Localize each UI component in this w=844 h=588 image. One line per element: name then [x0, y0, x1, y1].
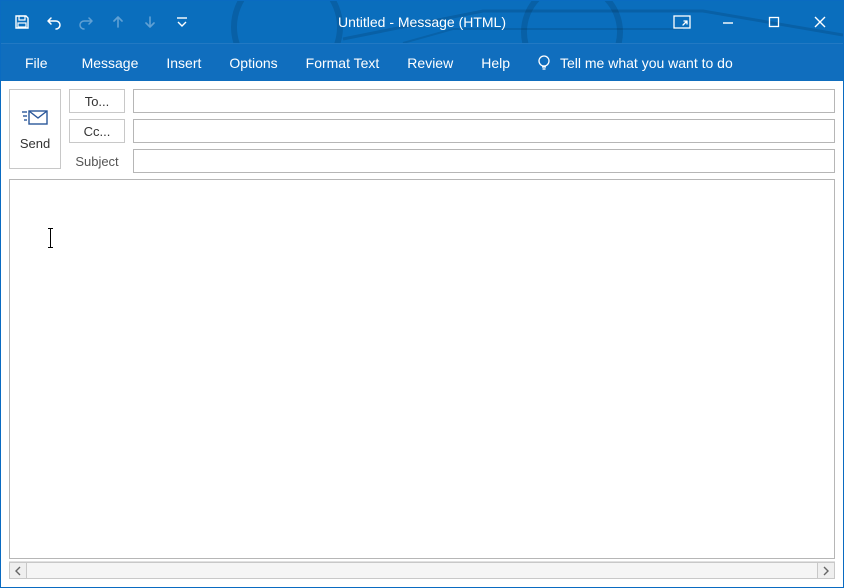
- message-body-editor[interactable]: [9, 179, 835, 559]
- customize-qat-icon[interactable]: [167, 7, 197, 37]
- cc-input[interactable]: [133, 119, 835, 143]
- close-button[interactable]: [797, 1, 843, 43]
- tab-file[interactable]: File: [5, 44, 68, 81]
- ribbon-display-options-icon[interactable]: [659, 1, 705, 43]
- ribbon-tabs: File Message Insert Options Format Text …: [1, 43, 843, 81]
- subject-input[interactable]: [133, 149, 835, 173]
- compose-header: Send To... Cc... Subject: [1, 81, 843, 179]
- tab-help[interactable]: Help: [467, 44, 524, 81]
- fields-column: To... Cc... Subject: [69, 89, 835, 173]
- previous-item-icon: [103, 7, 133, 37]
- titlebar: Untitled - Message (HTML): [1, 1, 843, 43]
- undo-icon[interactable]: [39, 7, 69, 37]
- next-item-icon: [135, 7, 165, 37]
- send-button[interactable]: Send: [9, 89, 61, 169]
- tab-message[interactable]: Message: [68, 44, 153, 81]
- tab-format-text[interactable]: Format Text: [292, 44, 394, 81]
- send-icon: [21, 108, 49, 128]
- quick-access-toolbar: [1, 7, 197, 37]
- send-label: Send: [20, 136, 50, 151]
- cc-row: Cc...: [69, 119, 835, 143]
- send-column: Send: [9, 89, 61, 173]
- window-controls: [659, 1, 843, 43]
- text-cursor-icon: [50, 228, 51, 248]
- save-icon[interactable]: [7, 7, 37, 37]
- cc-button[interactable]: Cc...: [69, 119, 125, 143]
- redo-icon: [71, 7, 101, 37]
- to-row: To...: [69, 89, 835, 113]
- maximize-button[interactable]: [751, 1, 797, 43]
- horizontal-scrollbar[interactable]: [9, 561, 835, 579]
- body-wrap: [1, 179, 843, 587]
- scroll-right-icon[interactable]: [817, 562, 835, 579]
- scroll-left-icon[interactable]: [9, 562, 27, 579]
- tab-insert[interactable]: Insert: [152, 44, 215, 81]
- tell-me-search[interactable]: Tell me what you want to do: [524, 44, 745, 81]
- subject-label: Subject: [69, 150, 125, 172]
- tab-options[interactable]: Options: [215, 44, 291, 81]
- scroll-track[interactable]: [27, 562, 817, 579]
- to-button[interactable]: To...: [69, 89, 125, 113]
- subject-row: Subject: [69, 149, 835, 173]
- minimize-button[interactable]: [705, 1, 751, 43]
- tell-me-label: Tell me what you want to do: [560, 55, 733, 71]
- lightbulb-icon: [536, 54, 552, 72]
- to-input[interactable]: [133, 89, 835, 113]
- tab-review[interactable]: Review: [393, 44, 467, 81]
- compose-window: Untitled - Message (HTML) File Message I…: [0, 0, 844, 588]
